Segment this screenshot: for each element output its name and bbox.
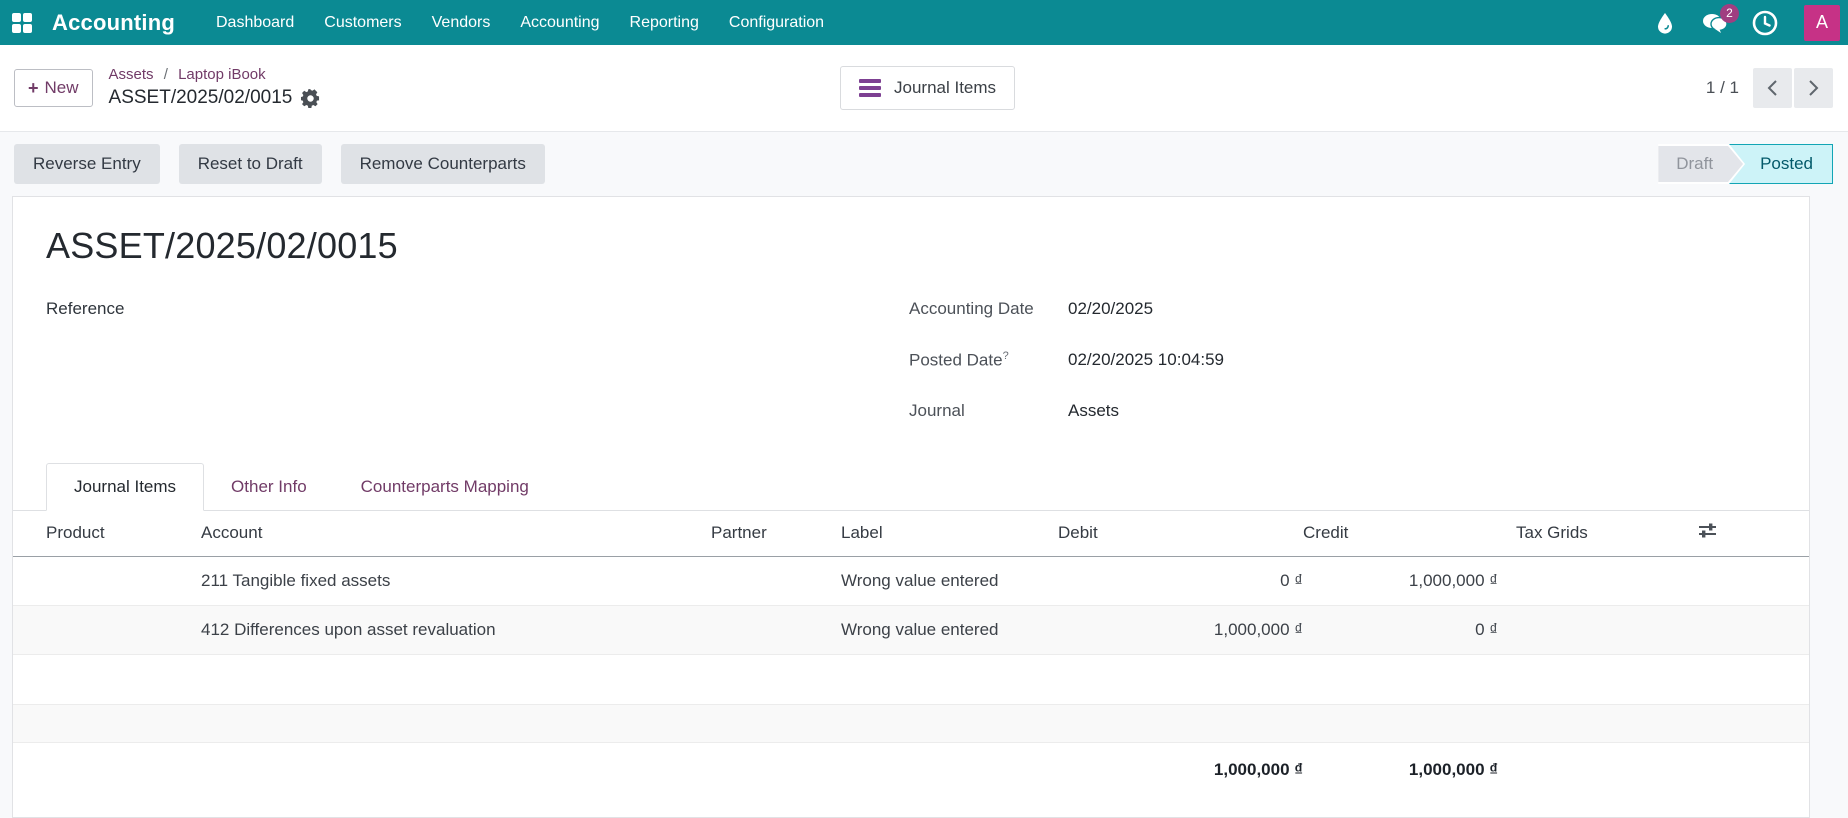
breadcrumb-assets[interactable]: Assets	[109, 66, 154, 83]
cell-account[interactable]: 412 Differences upon asset revaluation	[168, 605, 678, 654]
breadcrumb-separator: /	[164, 66, 168, 83]
cell-credit[interactable]: 0 ₫	[1303, 605, 1498, 654]
column-header-account[interactable]: Account	[168, 511, 678, 556]
droplet-icon[interactable]	[1652, 10, 1678, 36]
table-row-empty	[13, 704, 1809, 742]
total-credit: 1,000,000 ₫	[1303, 742, 1498, 798]
notebook-tabs: Journal Items Other Info Counterparts Ma…	[13, 462, 1809, 511]
tab-journal-items[interactable]: Journal Items	[46, 463, 204, 511]
posted-date-label-text: Posted Date	[909, 351, 1003, 370]
column-header-partner[interactable]: Partner	[678, 511, 808, 556]
reset-to-draft-button[interactable]: Reset to Draft	[179, 144, 322, 184]
remove-counterparts-button[interactable]: Remove Counterparts	[341, 144, 545, 184]
column-header-debit[interactable]: Debit	[1058, 511, 1303, 556]
breadcrumb-laptop-ibook[interactable]: Laptop iBook	[178, 66, 266, 83]
cell-partner[interactable]	[678, 605, 808, 654]
column-header-label[interactable]: Label	[808, 511, 1058, 556]
table-header-row: Product Account Partner Label Debit Cred…	[13, 511, 1809, 556]
plus-icon: +	[28, 78, 39, 99]
posted-date-label: Posted Date?	[909, 350, 1068, 371]
document-title: ASSET/2025/02/0015	[46, 225, 1809, 267]
table-row-empty	[13, 654, 1809, 704]
journal-value[interactable]: Assets	[1068, 401, 1119, 421]
journal-items-label: Journal Items	[894, 78, 996, 98]
field-journal: Journal Assets	[909, 401, 1776, 434]
cell-credit[interactable]: 1,000,000 ₫	[1303, 556, 1498, 605]
column-header-tax-grids[interactable]: Tax Grids	[1498, 511, 1698, 556]
apps-menu-icon[interactable]	[12, 13, 32, 33]
table-row[interactable]: 412 Differences upon asset revaluation W…	[13, 605, 1809, 654]
journal-items-smart-button[interactable]: Journal Items	[840, 66, 1015, 110]
cell-debit[interactable]: 0 ₫	[1058, 556, 1303, 605]
pager-value: 1 / 1	[1706, 78, 1739, 98]
field-group: Reference Accounting Date 02/20/2025 Pos…	[46, 299, 1809, 452]
new-button-label: New	[45, 78, 79, 98]
tab-other-info[interactable]: Other Info	[204, 463, 334, 511]
journal-label: Journal	[909, 401, 1068, 421]
menu-accounting[interactable]: Accounting	[505, 0, 614, 45]
journal-items-table: Product Account Partner Label Debit Cred…	[13, 511, 1809, 798]
posted-date-value[interactable]: 02/20/2025 10:04:59	[1068, 350, 1224, 370]
field-accounting-date: Accounting Date 02/20/2025	[909, 299, 1776, 332]
app-brand[interactable]: Accounting	[52, 10, 175, 36]
navbar-systray: 2 A	[1652, 5, 1848, 41]
messages-icon[interactable]: 2	[1702, 10, 1728, 36]
breadcrumb-active: ASSET/2025/02/0015	[109, 85, 293, 111]
column-header-credit[interactable]: Credit	[1303, 511, 1498, 556]
state-arrow-outline: Draft	[1658, 144, 1745, 184]
pager-previous-button[interactable]	[1753, 68, 1792, 108]
menu-configuration[interactable]: Configuration	[714, 0, 839, 45]
cell-tax-grids[interactable]	[1498, 605, 1698, 654]
top-navbar: Accounting Dashboard Customers Vendors A…	[0, 0, 1848, 45]
cell-debit[interactable]: 1,000,000 ₫	[1058, 605, 1303, 654]
menu-customers[interactable]: Customers	[309, 0, 416, 45]
tab-counterparts-mapping[interactable]: Counterparts Mapping	[334, 463, 556, 511]
chevron-left-icon	[1767, 79, 1778, 97]
table-row[interactable]: 211 Tangible fixed assets Wrong value en…	[13, 556, 1809, 605]
new-button[interactable]: + New	[14, 69, 93, 107]
table-totals-row: 1,000,000 ₫ 1,000,000 ₫	[13, 742, 1809, 798]
menu-dashboard[interactable]: Dashboard	[201, 0, 309, 45]
optional-columns-icon[interactable]	[1698, 522, 1717, 540]
form-sheet: ASSET/2025/02/0015 Reference Accounting …	[12, 196, 1810, 818]
state-draft[interactable]: Draft	[1658, 146, 1743, 182]
column-header-product[interactable]: Product	[13, 511, 168, 556]
pager: 1 / 1	[1706, 68, 1833, 108]
total-debit: 1,000,000 ₫	[1058, 742, 1303, 798]
breadcrumb: Assets / Laptop iBook ASSET/2025/02/0015	[109, 65, 321, 111]
main-menu: Dashboard Customers Vendors Accounting R…	[201, 0, 839, 45]
form-statusbar: Reverse Entry Reset to Draft Remove Coun…	[0, 132, 1848, 196]
accounting-date-value[interactable]: 02/20/2025	[1068, 299, 1153, 319]
control-panel: + New Assets / Laptop iBook ASSET/2025/0…	[0, 45, 1848, 132]
cell-account[interactable]: 211 Tangible fixed assets	[168, 556, 678, 605]
gear-icon[interactable]	[301, 89, 320, 108]
state-widget: Draft Posted	[1658, 144, 1833, 184]
journal-items-icon	[859, 79, 881, 97]
accounting-date-label: Accounting Date	[909, 299, 1068, 319]
cell-product[interactable]	[13, 605, 168, 654]
menu-vendors[interactable]: Vendors	[417, 0, 506, 45]
cell-label[interactable]: Wrong value entered	[808, 605, 1058, 654]
pager-next-button[interactable]	[1794, 68, 1833, 108]
cell-tax-grids[interactable]	[1498, 556, 1698, 605]
cell-partner[interactable]	[678, 556, 808, 605]
reverse-entry-button[interactable]: Reverse Entry	[14, 144, 160, 184]
activities-clock-icon[interactable]	[1752, 10, 1778, 36]
menu-reporting[interactable]: Reporting	[615, 0, 714, 45]
cell-label[interactable]: Wrong value entered	[808, 556, 1058, 605]
cell-product[interactable]	[13, 556, 168, 605]
reference-label: Reference	[46, 299, 124, 452]
field-posted-date: Posted Date? 02/20/2025 10:04:59	[909, 350, 1776, 383]
message-count-badge: 2	[1720, 4, 1739, 23]
help-marker-icon: ?	[1003, 350, 1009, 362]
chevron-right-icon	[1808, 79, 1819, 97]
user-avatar[interactable]: A	[1804, 5, 1840, 41]
